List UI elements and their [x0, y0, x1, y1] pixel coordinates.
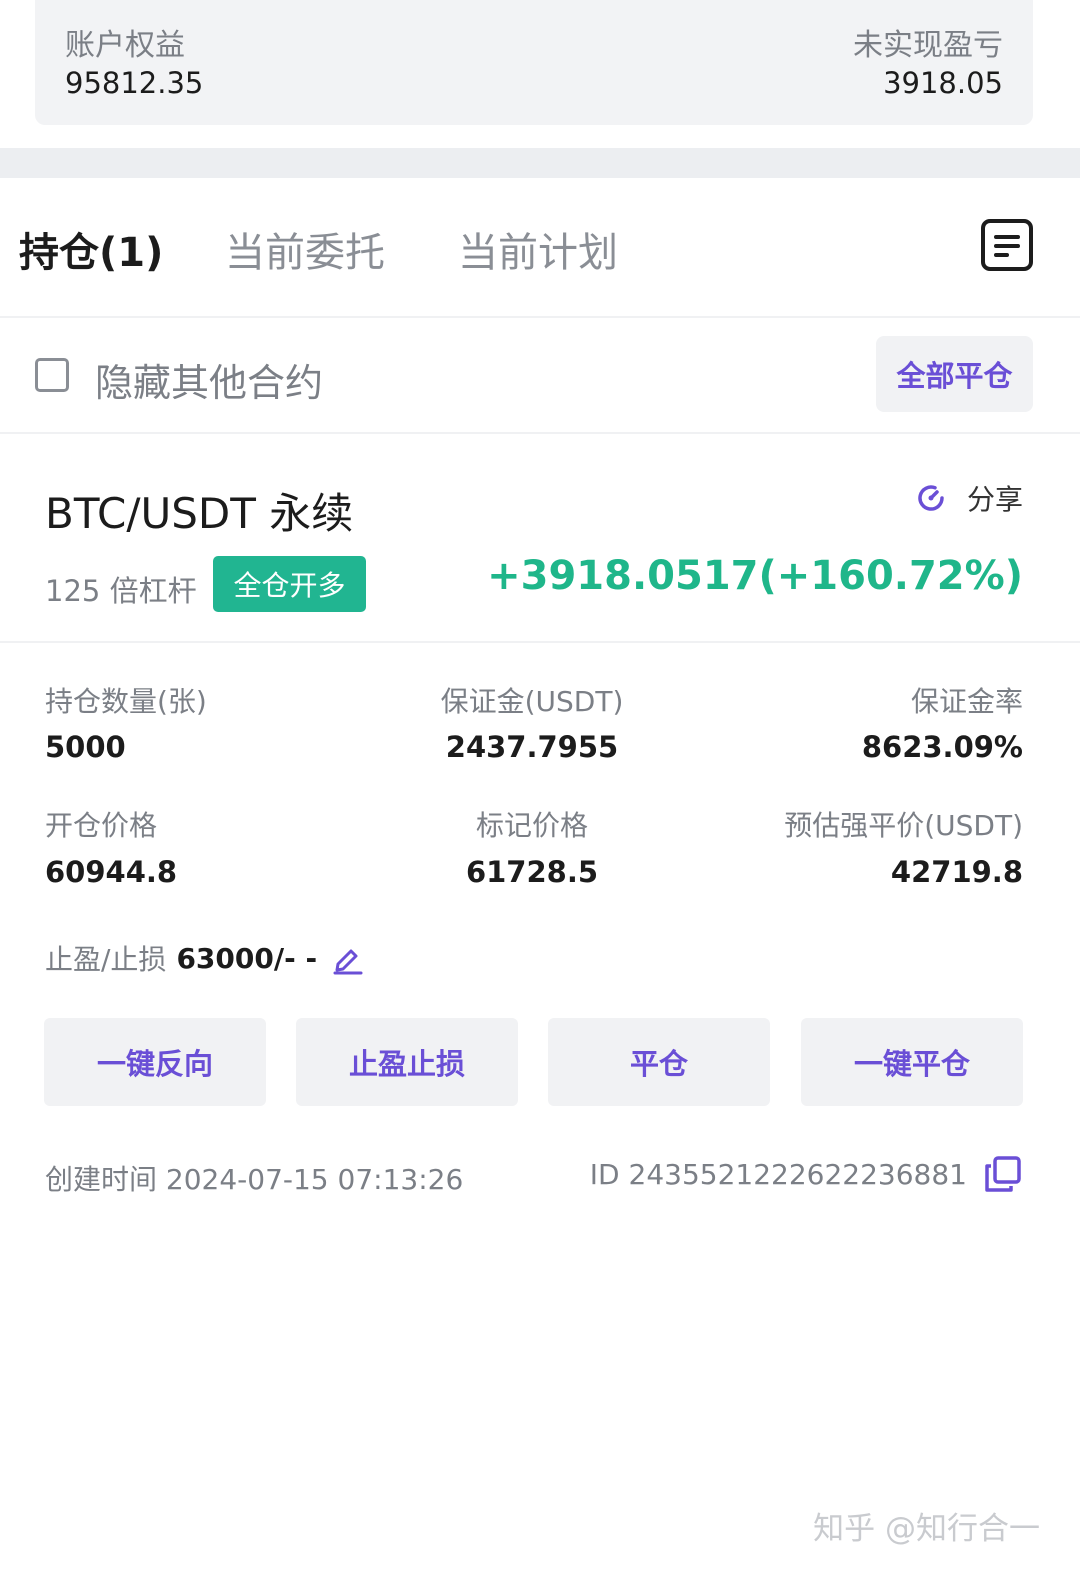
unrealized-pnl-label: 未实现盈亏 — [853, 28, 1003, 63]
watermark: 知乎 @知行合一 — [813, 1511, 1040, 1547]
mark-price-value: 61728.5 — [465, 855, 599, 889]
margin-label: 保证金(USDT) — [440, 685, 624, 718]
created-time: 创建时间 2024-07-15 07:13:26 — [45, 1163, 464, 1196]
position-symbol[interactable]: BTC/USDT 永续 — [45, 480, 353, 541]
margin-rate-value: 8623.09% — [861, 730, 1023, 764]
refresh-share-icon — [918, 485, 944, 511]
tab-plan-orders[interactable]: 当前计划 — [458, 220, 618, 278]
tab-positions[interactable]: 持仓(1) — [19, 220, 163, 278]
tpsl-button[interactable]: 止盈止损 — [296, 1018, 518, 1106]
divider — [0, 641, 1080, 643]
position-pnl: +3918.0517(+160.72%) — [487, 553, 1023, 599]
qty-value: 5000 — [45, 730, 126, 764]
equity-label: 账户权益 — [65, 28, 185, 63]
filter-row: 隐藏其他合约 全部平仓 — [0, 316, 1080, 434]
close-position-button[interactable]: 平仓 — [548, 1018, 770, 1106]
liq-price-label: 预估强平价(USDT) — [784, 809, 1023, 842]
qty-label: 持仓数量(张) — [45, 685, 207, 718]
tpsl-label: 止盈/止损 — [45, 943, 167, 976]
equity-value: 95812.35 — [65, 66, 204, 100]
section-separator — [0, 148, 1080, 178]
tpsl-row: 止盈/止损 63000/- - — [45, 938, 365, 978]
position-id: ID 2435521222622236881 — [589, 1157, 967, 1191]
margin-rate-label: 保证金率 — [910, 685, 1023, 718]
positions-screen: 账户权益 95812.35 未实现盈亏 3918.05 持仓(1) 当前委托 当… — [0, 0, 1080, 1587]
position-mode-tag: 全仓开多 — [213, 556, 366, 612]
tpsl-value: 63000/- - — [176, 941, 318, 975]
tab-open-orders[interactable]: 当前委托 — [225, 220, 385, 278]
account-summary-card: 账户权益 95812.35 未实现盈亏 3918.05 — [35, 0, 1033, 125]
position-id-row: ID 2435521222622236881 — [590, 1154, 1023, 1194]
share-label: 分享 — [966, 483, 1023, 516]
reverse-position-button[interactable]: 一键反向 — [44, 1018, 266, 1106]
unrealized-pnl-value: 3918.05 — [883, 66, 1003, 100]
close-all-button[interactable]: 全部平仓 — [876, 336, 1033, 412]
hide-other-checkbox[interactable] — [35, 358, 69, 392]
liq-price-value: 42719.8 — [890, 855, 1023, 889]
entry-price-value: 60944.8 — [45, 855, 178, 889]
entry-price-label: 开仓价格 — [45, 809, 158, 842]
share-button[interactable]: 分享 — [913, 478, 1023, 518]
tab-bar: 持仓(1) 当前委托 当前计划 — [0, 178, 1080, 318]
margin-value: 2437.7955 — [445, 730, 619, 764]
edit-pen-icon[interactable] — [331, 941, 365, 975]
copy-icon[interactable] — [983, 1154, 1023, 1194]
quick-close-button[interactable]: 一键平仓 — [801, 1018, 1023, 1106]
list-icon[interactable] — [981, 219, 1033, 271]
mark-price-label: 标记价格 — [475, 809, 588, 842]
hide-other-label[interactable]: 隐藏其他合约 — [95, 352, 323, 407]
leverage-label: 125 倍杠杆 — [45, 574, 197, 608]
